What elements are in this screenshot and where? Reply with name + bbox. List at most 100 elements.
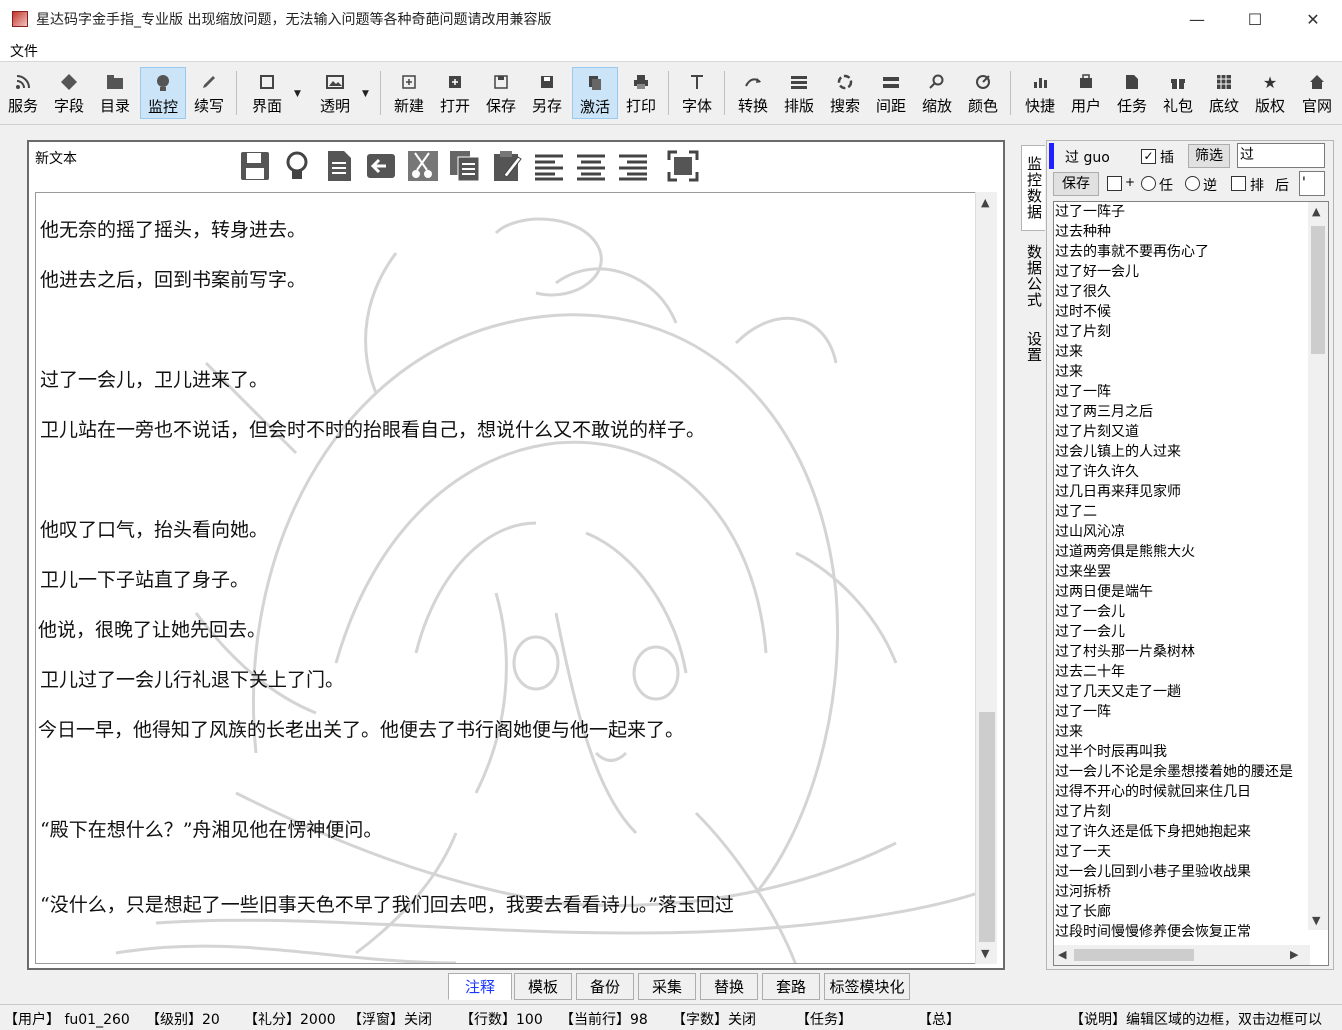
tab-settings[interactable]: 设置 [1021, 327, 1045, 367]
list-item[interactable]: 过了一阵 [1055, 702, 1111, 722]
list-vertical-scrollbar[interactable]: ▲ ▼ [1308, 202, 1328, 930]
toolbar-button-open[interactable]: 打开 [434, 67, 476, 119]
list-item[interactable]: 过来 [1055, 362, 1083, 382]
toolbar-button-new[interactable]: 新建 [388, 67, 430, 119]
list-item[interactable]: 过一会儿回到小巷子里验收战果 [1055, 862, 1251, 882]
close-button[interactable]: ✕ [1284, 0, 1342, 38]
toolbar-button-website[interactable]: 官网 [1294, 67, 1340, 119]
list-item[interactable]: 过来 [1055, 342, 1083, 362]
toolbar-button-user[interactable]: 用户 [1064, 67, 1108, 119]
list-item[interactable]: 过了村头那一片桑树林 [1055, 642, 1195, 662]
toolbar-button-texture[interactable]: 底纹 [1202, 67, 1246, 119]
tab-backup[interactable]: 备份 [576, 973, 634, 1000]
editor-vertical-scrollbar[interactable]: ▲ ▼ [975, 192, 997, 964]
list-item[interactable]: 过两日便是端午 [1055, 582, 1153, 602]
list-item[interactable]: 过段时间慢慢修养便会恢复正常 [1055, 922, 1251, 942]
toolbar-button-catalog[interactable]: 目录 [94, 67, 136, 119]
toolbar-button-save[interactable]: 保存 [480, 67, 522, 119]
list-scroll-right-icon[interactable]: ▶ [1290, 948, 1298, 961]
list-item[interactable]: 过道两旁俱是熊熊大火 [1055, 542, 1195, 562]
any-radio[interactable] [1141, 176, 1156, 191]
list-item[interactable]: 过了许久许久 [1055, 462, 1139, 482]
list-item[interactable]: 过了很久 [1055, 282, 1111, 302]
toolbar-button-gift[interactable]: 礼包 [1156, 67, 1200, 119]
list-item[interactable]: 过了一会儿 [1055, 622, 1125, 642]
list-scroll-thumb[interactable] [1311, 226, 1325, 354]
toolbar-button-transparency[interactable]: 透明 [312, 67, 358, 119]
minimize-button[interactable]: — [1168, 0, 1226, 38]
scroll-down-arrow-icon[interactable]: ▼ [981, 947, 989, 960]
toolbar-button-activate[interactable]: 激活 [572, 67, 618, 119]
editor-align-right-button[interactable] [613, 146, 653, 186]
tab-notes[interactable]: 注释 [448, 973, 512, 1000]
list-item[interactable]: 过时不候 [1055, 302, 1111, 322]
toolbar-button-copyright[interactable]: ★ 版权 [1248, 67, 1292, 119]
toolbar-button-task[interactable]: 任务 [1110, 67, 1154, 119]
monitor-word-list[interactable]: 过了一阵子 过去种种 过去的事就不要再伤心了 过了好一会儿 过了很久 过时不候 过了片刻 过来… [1053, 201, 1329, 966]
editor-save-button[interactable] [235, 146, 275, 186]
editor-hint-button[interactable] [277, 146, 317, 186]
toolbar-button-service[interactable]: 服务 [2, 67, 44, 119]
list-item[interactable]: 过了片刻 [1055, 802, 1111, 822]
text-editor[interactable]: 他无奈的摇了摇头，转身进去。 他进去之后，回到书案前写字。 过了一会儿，卫儿进来… [35, 192, 977, 964]
list-item[interactable]: 过得不开心的时候就回来住几日 [1055, 782, 1251, 802]
editor-document-button[interactable] [319, 146, 359, 186]
toolbar-button-monitor[interactable]: 监控 [140, 67, 186, 119]
tab-routine[interactable]: 套路 [762, 973, 820, 1000]
tab-replace[interactable]: 替换 [700, 973, 758, 1000]
interface-dropdown-arrow[interactable]: ▼ [294, 89, 301, 99]
tab-collect[interactable]: 采集 [638, 973, 696, 1000]
list-item[interactable]: 过了片刻又道 [1055, 422, 1139, 442]
toolbar-button-search[interactable]: 搜索 [824, 67, 866, 119]
list-scroll-down-icon[interactable]: ▼ [1312, 914, 1320, 927]
toolbar-button-layout[interactable]: 排版 [778, 67, 820, 119]
list-item[interactable]: 过了长廊 [1055, 902, 1111, 922]
list-item[interactable]: 过去二十年 [1055, 662, 1125, 682]
menu-file[interactable]: 文件 [10, 41, 38, 61]
toolbar-button-font[interactable]: 字体 [676, 67, 718, 119]
list-hscroll-thumb[interactable] [1074, 949, 1194, 961]
insert-checkbox[interactable]: ✓ [1141, 149, 1156, 164]
filter-button[interactable]: 筛选 [1188, 144, 1230, 168]
list-item[interactable]: 过了一会儿 [1055, 602, 1125, 622]
list-item[interactable]: 过了好一会儿 [1055, 262, 1139, 282]
toolbar-button-spacing[interactable]: 间距 [870, 67, 912, 119]
toolbar-button-continue[interactable]: 续写 [188, 67, 230, 119]
editor-cut-button[interactable] [403, 146, 443, 186]
list-item[interactable]: 过了许久还是低下身把她抱起来 [1055, 822, 1251, 842]
list-item[interactable]: 过几日再来拜见家师 [1055, 482, 1181, 502]
toolbar-button-color[interactable]: 颜色 [962, 67, 1004, 119]
toolbar-button-interface[interactable]: 界面 [244, 67, 290, 119]
editor-paste-button[interactable] [487, 146, 527, 186]
toolbar-button-save-as[interactable]: 另存 [526, 67, 568, 119]
list-item[interactable]: 过了一阵子 [1055, 202, 1125, 222]
list-item[interactable]: 过了几天又走了一趟 [1055, 682, 1181, 702]
list-item[interactable]: 过来 [1055, 722, 1083, 742]
editor-fullscreen-button[interactable] [663, 146, 703, 186]
list-item[interactable]: 过了片刻 [1055, 322, 1111, 342]
tab-template[interactable]: 模板 [514, 973, 572, 1000]
save-monitor-button[interactable]: 保存 [1053, 172, 1099, 196]
tab-data-formula[interactable]: 数据公式 [1021, 237, 1045, 315]
list-item[interactable]: 过去的事就不要再伤心了 [1055, 242, 1209, 262]
list-item[interactable]: 过来坐罢 [1055, 562, 1111, 582]
maximize-button[interactable]: ☐ [1226, 0, 1284, 38]
toolbar-button-print[interactable]: 打印 [620, 67, 662, 119]
list-item[interactable]: 过山风沁凉 [1055, 522, 1125, 542]
editor-align-center-button[interactable] [571, 146, 611, 186]
list-item[interactable]: 过河拆桥 [1055, 882, 1111, 902]
after-input[interactable]: ' [1299, 171, 1325, 196]
list-item[interactable]: 过半个时辰再叫我 [1055, 742, 1167, 762]
list-item[interactable]: 过了一天 [1055, 842, 1111, 862]
tab-monitor-data[interactable]: 监控数据 [1021, 145, 1045, 231]
list-item[interactable]: 过一会儿不论是余墨想搂着她的腰还是 [1055, 762, 1293, 782]
toolbar-button-zoom[interactable]: 缩放 [916, 67, 958, 119]
list-horizontal-scrollbar[interactable]: ◀ ▶ [1054, 945, 1310, 965]
editor-align-left-button[interactable] [529, 146, 569, 186]
transparency-dropdown-arrow[interactable]: ▼ [362, 89, 369, 99]
toolbar-button-convert[interactable]: 转换 [732, 67, 774, 119]
reverse-radio[interactable] [1185, 176, 1200, 191]
plus-checkbox[interactable] [1107, 176, 1122, 191]
toolbar-button-field[interactable]: 字段 [48, 67, 90, 119]
list-scroll-up-icon[interactable]: ▲ [1312, 205, 1320, 218]
